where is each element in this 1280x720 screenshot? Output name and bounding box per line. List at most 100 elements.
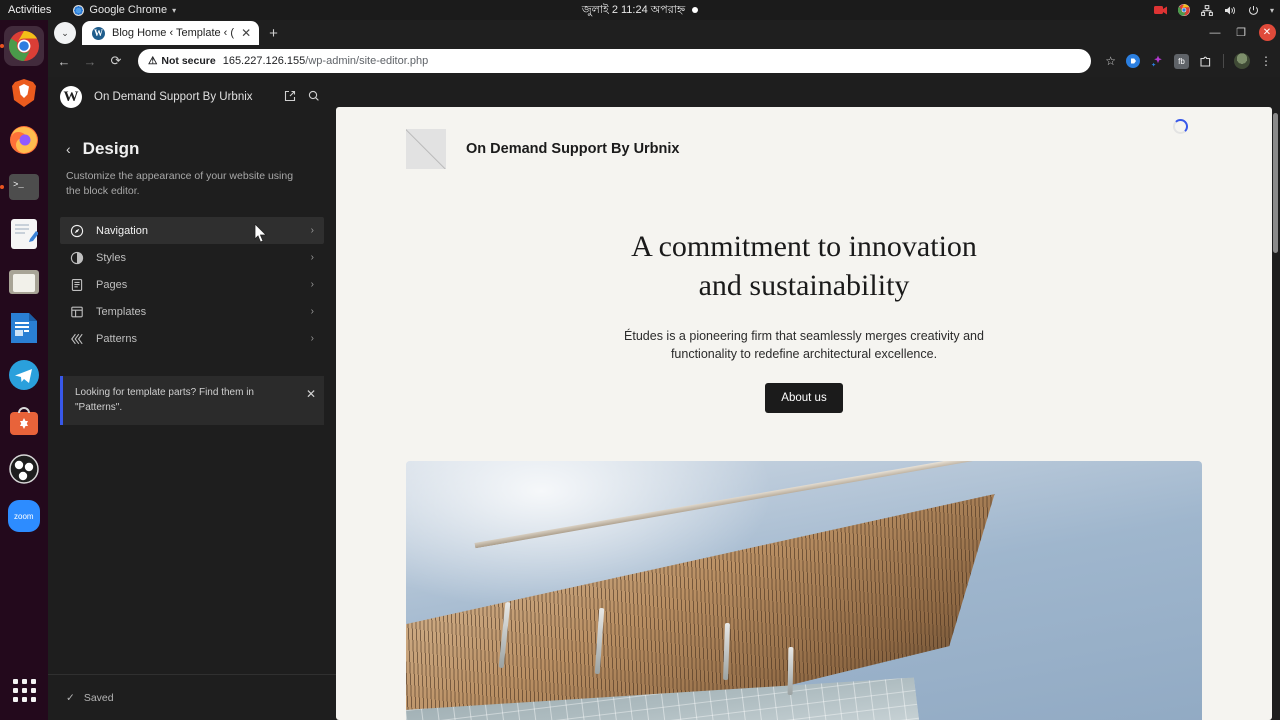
dock-brave[interactable]	[4, 73, 44, 113]
running-indicator	[0, 44, 4, 48]
window-controls: — ❐ ✕	[1202, 20, 1280, 45]
running-indicator	[0, 185, 4, 189]
dock-terminal[interactable]: >_	[0, 167, 44, 207]
chevron-right-icon: ›	[310, 252, 314, 264]
tab-strip: ⌄ W Blog Home ‹ Template ‹ ( ✕ + — ❐ ✕	[48, 20, 1280, 45]
sidebar-item-patterns[interactable]: Patterns ›	[60, 325, 324, 352]
svg-text:zoom: zoom	[14, 512, 34, 521]
url-text: 165.227.126.155/wp-admin/site-editor.php	[223, 55, 429, 67]
recording-indicator-icon	[692, 7, 699, 13]
sidebar-header: W On Demand Support By Urbnix	[48, 77, 336, 117]
url-host: 165.227.126.155	[222, 55, 306, 67]
chrome-window: ⌄ W Blog Home ‹ Template ‹ ( ✕ + — ❐ ✕ ←…	[48, 20, 1280, 720]
facebook-extension-icon[interactable]: fb	[1174, 53, 1189, 69]
sidebar-item-label: Patterns	[96, 332, 137, 345]
network-icon[interactable]	[1201, 4, 1213, 16]
chevron-right-icon: ›	[310, 306, 314, 318]
save-status[interactable]: ✓ Saved	[48, 674, 336, 720]
sidebar-item-label: Templates	[96, 305, 147, 318]
save-status-label: Saved	[83, 691, 114, 704]
mouse-cursor	[254, 224, 267, 243]
close-window-button[interactable]: ✕	[1254, 20, 1280, 45]
compass-icon	[69, 223, 84, 238]
media-cast-icon[interactable]	[1126, 54, 1140, 68]
app-menu-google-chrome[interactable]: Google Chrome ▾	[73, 4, 176, 16]
hero-heading: A commitment to innovation and sustainab…	[336, 227, 1272, 305]
back-button[interactable]: ←	[56, 54, 72, 69]
sidebar-item-styles[interactable]: Styles ›	[60, 244, 324, 271]
warning-triangle-icon: ⚠	[148, 55, 158, 67]
browser-tab[interactable]: W Blog Home ‹ Template ‹ ( ✕	[82, 21, 260, 45]
hero-image	[406, 461, 1202, 720]
chrome-menu-icon[interactable]: ⋮	[1260, 54, 1272, 68]
ubuntu-dock: >_ zoom	[0, 20, 48, 720]
browser-toolbar: ← → ⟳ ⚠ Not secure 165.227.126.155/wp-ad…	[48, 45, 1280, 77]
dock-libreoffice-writer[interactable]	[4, 308, 44, 348]
screen-record-icon[interactable]	[1153, 5, 1167, 16]
clock-label: জুলাই 2 11:24 অপরাহ্ন	[581, 3, 686, 16]
notice-text: Looking for template parts? Find them in…	[75, 387, 254, 413]
close-icon: ✕	[1258, 24, 1276, 41]
volume-icon[interactable]	[1224, 5, 1237, 16]
dock-google-chrome[interactable]	[0, 26, 44, 66]
not-secure-badge[interactable]: ⚠ Not secure	[148, 55, 216, 67]
about-us-button[interactable]: About us	[765, 383, 843, 414]
dock-telegram[interactable]	[4, 355, 44, 395]
chevron-down-icon: ▾	[172, 5, 177, 15]
preview-site-header: On Demand Support By Urbnix	[336, 107, 1272, 169]
svg-text:>_: >_	[13, 180, 24, 190]
check-icon: ✓	[66, 691, 75, 704]
activities-button[interactable]: Activities	[0, 4, 61, 16]
bookmark-star-icon[interactable]: ☆	[1105, 54, 1116, 68]
tab-title: Blog Home ‹ Template ‹ (	[112, 27, 235, 39]
external-link-icon[interactable]	[284, 90, 296, 105]
minimize-button[interactable]: —	[1202, 20, 1228, 45]
reload-button[interactable]: ⟳	[108, 53, 124, 69]
page-title: Design	[82, 139, 140, 158]
design-menu: Navigation › Styles › Pages › Templates …	[60, 217, 324, 352]
chrome-tray-icon[interactable]	[1177, 4, 1190, 16]
gnome-top-bar: Activities Google Chrome ▾ জুলাই 2 11:24…	[0, 0, 1280, 20]
close-icon[interactable]: ✕	[306, 386, 316, 401]
forward-button[interactable]: →	[82, 54, 98, 69]
new-tab-button[interactable]: +	[269, 25, 278, 42]
back-button[interactable]: ‹	[66, 141, 71, 157]
dock-files[interactable]	[4, 261, 44, 301]
clock-button[interactable]: জুলাই 2 11:24 অপরাহ্ন	[510, 1, 770, 20]
dock-text-editor[interactable]	[4, 214, 44, 254]
dock-firefox[interactable]	[4, 120, 44, 160]
power-icon[interactable]	[1248, 5, 1259, 16]
maximize-button[interactable]: ❐	[1228, 20, 1254, 45]
sidebar-item-pages[interactable]: Pages ›	[60, 271, 324, 298]
show-applications-button[interactable]	[4, 670, 44, 710]
system-menu-caret-icon[interactable]: ▾	[1270, 6, 1274, 15]
profile-avatar[interactable]	[1234, 53, 1250, 69]
wordpress-logo-icon[interactable]: W	[60, 86, 82, 108]
chevron-right-icon: ›	[310, 279, 314, 291]
sidebar-item-navigation[interactable]: Navigation ›	[60, 217, 324, 245]
chevron-right-icon: ›	[310, 225, 314, 237]
site-editor-sidebar: W On Demand Support By Urbnix ‹ Design C…	[48, 77, 336, 720]
preview-site-title: On Demand Support By Urbnix	[466, 141, 680, 157]
tab-search-button[interactable]: ⌄	[54, 22, 76, 44]
extensions-puzzle-icon[interactable]	[1199, 54, 1213, 68]
site-preview[interactable]: On Demand Support By Urbnix A commitment…	[336, 107, 1272, 720]
sidebar-item-label: Navigation	[96, 224, 148, 237]
sidebar-item-templates[interactable]: Templates ›	[60, 298, 324, 325]
template-parts-notice: Looking for template parts? Find them in…	[60, 376, 324, 426]
ai-sparkle-icon[interactable]	[1150, 54, 1164, 68]
dock-ubuntu-software[interactable]	[4, 402, 44, 442]
screen: Activities Google Chrome ▾ জুলাই 2 11:24…	[0, 0, 1280, 720]
dock-zoom[interactable]: zoom	[4, 496, 44, 536]
url-path: /wp-admin/site-editor.php	[305, 55, 429, 67]
hero-section: A commitment to innovation and sustainab…	[336, 169, 1272, 414]
canvas-scrollbar[interactable]	[1273, 113, 1278, 253]
close-icon[interactable]: ✕	[241, 26, 251, 40]
search-icon[interactable]	[308, 90, 320, 105]
hero-heading-line1: A commitment to innovation	[631, 230, 977, 263]
wordpress-site-editor: W On Demand Support By Urbnix ‹ Design C…	[48, 77, 1280, 720]
panel-description: Customize the appearance of your website…	[66, 170, 294, 198]
dock-obs-studio[interactable]	[4, 449, 44, 489]
hero-heading-line2: and sustainability	[698, 269, 910, 302]
address-bar[interactable]: ⚠ Not secure 165.227.126.155/wp-admin/si…	[138, 49, 1092, 73]
